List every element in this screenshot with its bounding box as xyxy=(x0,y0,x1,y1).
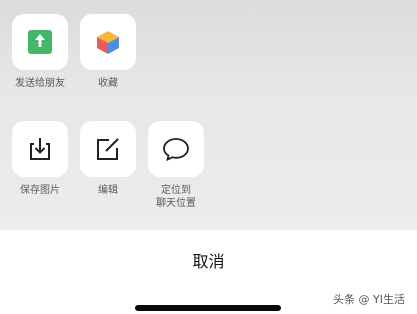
edit-icon xyxy=(97,138,119,160)
favorites-action[interactable]: 收藏 xyxy=(70,14,146,90)
send-to-friend-action[interactable]: 发送给朋友 xyxy=(2,14,78,90)
send-to-friend-label: 发送给朋友 xyxy=(15,78,65,89)
favorites-cube-icon xyxy=(97,31,119,54)
favorites-button[interactable] xyxy=(80,14,136,70)
edit-action[interactable]: 编辑 xyxy=(70,121,146,197)
locate-in-chat-action[interactable]: 定位到 聊天位置 xyxy=(138,121,214,210)
home-indicator[interactable] xyxy=(135,305,281,311)
save-image-icon xyxy=(30,138,50,160)
edit-button[interactable] xyxy=(80,121,136,177)
send-to-friend-icon xyxy=(28,30,52,54)
locate-in-chat-button[interactable] xyxy=(148,121,204,177)
favorites-label: 收藏 xyxy=(98,78,118,89)
save-image-action[interactable]: 保存图片 xyxy=(2,121,78,197)
watermark-text: 头条 @ YI生活 xyxy=(333,293,405,306)
chat-bubble-icon xyxy=(163,138,189,162)
cancel-button[interactable]: 取消 xyxy=(0,240,417,280)
save-image-label: 保存图片 xyxy=(20,185,60,196)
edit-label: 编辑 xyxy=(98,185,118,196)
locate-in-chat-label: 定位到 聊天位置 xyxy=(156,185,196,209)
send-to-friend-button[interactable] xyxy=(12,14,68,70)
save-image-button[interactable] xyxy=(12,121,68,177)
